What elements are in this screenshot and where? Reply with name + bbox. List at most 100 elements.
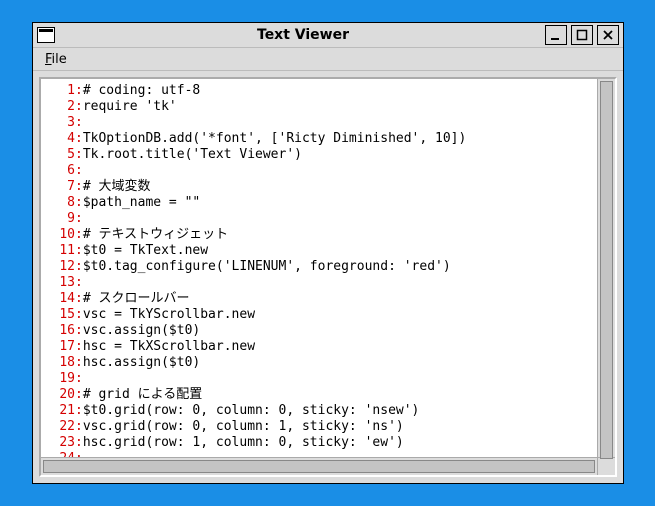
code-line: 1:# coding: utf-8 [47,83,595,99]
line-text: $path_name = "" [83,195,200,210]
line-number-colon: : [75,115,83,130]
code-line: 6: [47,163,595,179]
line-number: 13 [47,275,75,291]
code-line: 20:# grid による配置 [47,387,595,403]
line-number-colon: : [75,355,83,370]
code-line: 11:$t0 = TkText.new [47,243,595,259]
line-number: 17 [47,339,75,355]
code-line: 8:$path_name = "" [47,195,595,211]
line-number-colon: : [75,275,83,290]
line-number-colon: : [75,307,83,322]
line-number-colon: : [75,227,83,242]
line-number: 8 [47,195,75,211]
line-number: 18 [47,355,75,371]
line-text: # スクロールバー [83,291,190,306]
window-buttons [545,25,619,45]
line-number-colon: : [75,211,83,226]
code-line: 21:$t0.grid(row: 0, column: 0, sticky: '… [47,403,595,419]
line-number-colon: : [75,403,83,418]
line-number: 2 [47,99,75,115]
titlebar[interactable]: Text Viewer [33,23,623,48]
line-text: hsc.assign($t0) [83,355,200,370]
code-line: 18:hsc.assign($t0) [47,355,595,371]
code-line: 12:$t0.tag_configure('LINENUM', foregrou… [47,259,595,275]
code-line: 9: [47,211,595,227]
line-number-colon: : [75,259,83,274]
window-title: Text Viewer [61,27,545,43]
line-number: 23 [47,435,75,451]
menu-file[interactable]: File [39,50,73,69]
line-number: 4 [47,131,75,147]
line-number-colon: : [75,435,83,450]
line-text: Tk.root.title('Text Viewer') [83,147,302,162]
line-number: 15 [47,307,75,323]
menubar: File [33,48,623,71]
minimize-button[interactable] [545,25,567,45]
line-number-colon: : [75,195,83,210]
line-text: # coding: utf-8 [83,83,200,98]
line-text: # 大域変数 [83,179,151,194]
line-text: # grid による配置 [83,387,202,402]
line-number: 12 [47,259,75,275]
line-number: 20 [47,387,75,403]
line-number: 16 [47,323,75,339]
line-text: hsc = TkXScrollbar.new [83,339,255,354]
line-number-colon: : [75,131,83,146]
code-line: 10:# テキストウィジェット [47,227,595,243]
menu-file-label: File [45,52,67,67]
horizontal-scrollbar[interactable] [41,457,597,475]
line-number: 11 [47,243,75,259]
code-line: 5:Tk.root.title('Text Viewer') [47,147,595,163]
line-number-colon: : [75,83,83,98]
code-line: 16:vsc.assign($t0) [47,323,595,339]
line-number: 21 [47,403,75,419]
line-number: 6 [47,163,75,179]
line-text: vsc = TkYScrollbar.new [83,307,255,322]
line-number: 19 [47,371,75,387]
line-number-colon: : [75,291,83,306]
line-number-colon: : [75,163,83,178]
maximize-button[interactable] [571,25,593,45]
code-line: 19: [47,371,595,387]
line-number: 3 [47,115,75,131]
line-number-colon: : [75,179,83,194]
line-number-colon: : [75,371,83,386]
line-number: 10 [47,227,75,243]
line-number: 9 [47,211,75,227]
line-text: $t0 = TkText.new [83,243,208,258]
code-line: 13: [47,275,595,291]
line-number: 5 [47,147,75,163]
line-number-colon: : [75,339,83,354]
line-text: $t0.grid(row: 0, column: 0, sticky: 'nse… [83,403,420,418]
code-line: 2:require 'tk' [47,99,595,115]
line-number-colon: : [75,323,83,338]
client-area: 1:# coding: utf-82:require 'tk'3:4:TkOpt… [33,71,623,483]
line-number-colon: : [75,243,83,258]
close-button[interactable] [597,25,619,45]
line-text: $t0.tag_configure('LINENUM', foreground:… [83,259,451,274]
line-text: hsc.grid(row: 1, column: 0, sticky: 'ew'… [83,435,404,450]
horizontal-scroll-thumb[interactable] [43,460,595,473]
line-text: vsc.grid(row: 0, column: 1, sticky: 'ns'… [83,419,404,434]
vertical-scrollbar[interactable] [597,79,615,457]
scroll-corner [597,457,615,475]
line-number-colon: : [75,387,83,402]
line-number-colon: : [75,147,83,162]
line-number: 14 [47,291,75,307]
line-text: vsc.assign($t0) [83,323,200,338]
system-menu-icon[interactable] [37,27,55,43]
code-line: 7:# 大域変数 [47,179,595,195]
vertical-scroll-thumb[interactable] [600,81,613,459]
code-line: 4:TkOptionDB.add('*font', ['Ricty Dimini… [47,131,595,147]
line-text: # テキストウィジェット [83,227,228,242]
line-number-colon: : [75,419,83,434]
code-line: 3: [47,115,595,131]
line-number: 7 [47,179,75,195]
line-number: 1 [47,83,75,99]
line-number-colon: : [75,99,83,114]
code-line: 17:hsc = TkXScrollbar.new [47,339,595,355]
text-widget[interactable]: 1:# coding: utf-82:require 'tk'3:4:TkOpt… [41,79,597,457]
code-line: 15:vsc = TkYScrollbar.new [47,307,595,323]
code-line: 22:vsc.grid(row: 0, column: 1, sticky: '… [47,419,595,435]
code-line: 23:hsc.grid(row: 1, column: 0, sticky: '… [47,435,595,451]
